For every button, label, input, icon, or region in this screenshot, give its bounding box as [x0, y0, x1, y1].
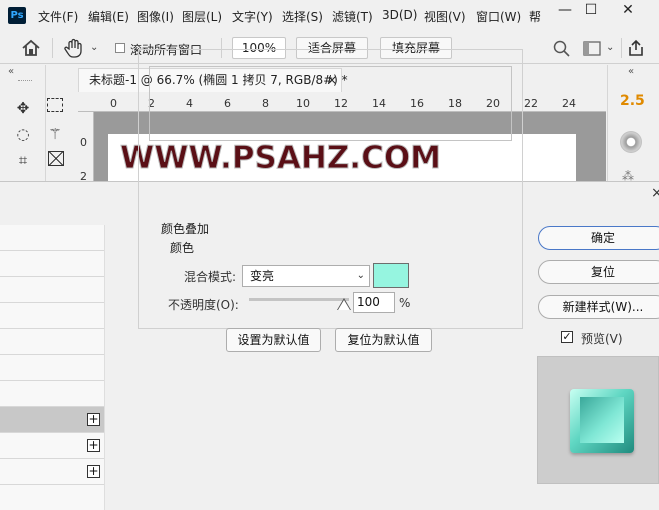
add-style-icon[interactable]: +	[87, 439, 100, 452]
brush-tip-icon[interactable]: ⁂	[622, 169, 634, 181]
menu-image[interactable]: 图像(I)	[137, 8, 174, 25]
menu-window[interactable]: 窗口(W)	[476, 8, 521, 25]
menu-edit[interactable]: 编辑(E)	[88, 8, 129, 25]
hand-icon[interactable]	[63, 37, 85, 62]
menu-3d[interactable]: 3D(D)	[382, 8, 417, 22]
crop-tool-icon[interactable]: ⌗	[13, 150, 33, 170]
menu-help[interactable]: 帮	[529, 8, 541, 25]
maximize-button[interactable]: ☐	[579, 1, 603, 21]
blend-mode-select[interactable]: 变亮 ⌄	[242, 265, 370, 287]
menu-filter[interactable]: 滤镜(T)	[332, 8, 373, 25]
blend-mode-label: 混合模式:	[184, 270, 237, 284]
styles-list: + + +	[0, 225, 123, 510]
ruler-label: 0	[80, 136, 87, 149]
share-icon[interactable]	[627, 39, 645, 60]
color-group	[149, 66, 512, 141]
style-list-item[interactable]	[0, 225, 104, 251]
opacity-slider-track[interactable]	[249, 298, 349, 301]
menu-select[interactable]: 选择(S)	[282, 8, 323, 25]
menu-type[interactable]: 文字(Y)	[232, 8, 273, 25]
opacity-unit: %	[399, 296, 411, 310]
ruler-label: 2	[80, 170, 87, 181]
style-preview-tile-inner	[580, 397, 624, 443]
photoshop-logo: Ps	[8, 7, 26, 24]
menu-view[interactable]: 视图(V)	[424, 8, 466, 25]
home-icon[interactable]	[21, 39, 41, 60]
right-panel-dock: « 2.5 ⁂	[607, 65, 659, 181]
ruler-label: 22	[524, 97, 538, 110]
opacity-input[interactable]: 100	[353, 292, 395, 313]
close-dialog-icon[interactable]: ×	[651, 185, 659, 201]
add-style-icon[interactable]: +	[87, 413, 100, 426]
search-icon[interactable]	[553, 40, 570, 60]
style-list-item[interactable]	[0, 277, 104, 303]
blend-mode-value: 变亮	[250, 269, 275, 283]
style-list-item[interactable]	[0, 381, 104, 407]
brush-size-value[interactable]: 2.5	[620, 93, 645, 109]
reset-default-button[interactable]: 复位为默认值	[335, 328, 432, 352]
style-list-item-selected[interactable]: +	[0, 407, 104, 433]
lasso-tool-icon[interactable]: ◌	[13, 124, 33, 144]
collapse-icon[interactable]: «	[628, 66, 634, 77]
close-window-button[interactable]: ✕	[616, 1, 640, 21]
panel-grip	[18, 80, 32, 82]
add-style-icon[interactable]: +	[87, 465, 100, 478]
style-list-item[interactable]	[0, 355, 104, 381]
workspace-icon[interactable]	[583, 41, 601, 59]
minimize-button[interactable]: —	[553, 1, 577, 21]
style-list-item[interactable]: +	[0, 459, 104, 485]
chevron-down-icon[interactable]: ⌄	[90, 42, 98, 53]
preview-label: 预览(V)	[581, 332, 623, 346]
preview-checkbox[interactable]: ✓	[561, 331, 573, 343]
brush-preset-icon[interactable]	[620, 131, 642, 153]
style-list-item[interactable]: +	[0, 433, 104, 459]
move-tool-icon[interactable]: ✥	[13, 98, 33, 118]
styles-scrollbar[interactable]	[104, 225, 123, 510]
ruler-label: 0	[110, 97, 117, 110]
menu-layer[interactable]: 图层(L)	[182, 8, 222, 25]
frame-tool-icon[interactable]	[48, 151, 64, 166]
scroll-all-checkbox[interactable]	[115, 43, 125, 53]
menu-file[interactable]: 文件(F)	[38, 8, 78, 25]
options-separator	[52, 38, 53, 58]
new-style-button[interactable]: 新建样式(W)...	[538, 295, 659, 319]
opacity-label: 不透明度(O):	[168, 298, 239, 312]
style-list-item[interactable]	[0, 251, 104, 277]
set-default-button[interactable]: 设置为默认值	[226, 328, 321, 352]
overlay-color-swatch[interactable]	[373, 263, 409, 288]
chevron-down-icon: ⌄	[356, 270, 365, 281]
color-overlay-title: 颜色叠加	[157, 220, 214, 237]
magic-wand-tool-icon[interactable]: ⚚	[45, 124, 65, 144]
chevron-down-icon[interactable]: ⌄	[606, 42, 614, 53]
color-group-title: 颜色	[166, 239, 199, 256]
ruler-label: 24	[562, 97, 576, 110]
ok-button[interactable]: 确定	[538, 226, 659, 250]
options-separator	[621, 38, 622, 58]
tools-panel: « ✥ ◌ ⚚ ⌗	[0, 65, 64, 181]
menu-bar: Ps 文件(F) 编辑(E) 图像(I) 图层(L) 文字(Y) 选择(S) 滤…	[0, 0, 659, 32]
opacity-slider-thumb-fill	[338, 300, 350, 310]
marquee-tool-icon[interactable]	[47, 98, 63, 112]
style-list-item[interactable]	[0, 329, 104, 355]
vertical-ruler: 0 2	[78, 112, 94, 181]
collapse-icon[interactable]: «	[8, 66, 14, 77]
reset-button[interactable]: 复位	[538, 260, 659, 284]
style-list-item[interactable]	[0, 303, 104, 329]
